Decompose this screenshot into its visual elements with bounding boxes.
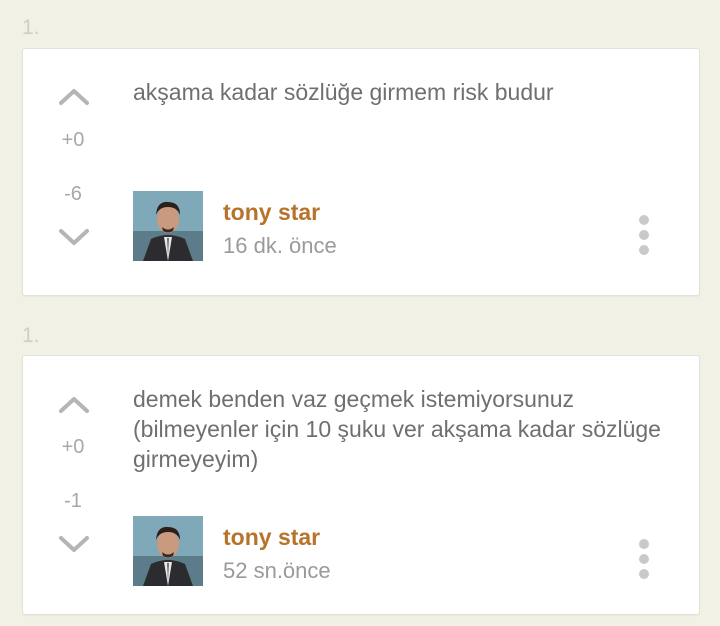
more-vertical-icon[interactable] bbox=[633, 539, 655, 579]
avatar[interactable] bbox=[133, 516, 203, 586]
entry-text: demek benden vaz geçmek istemiyorsunuz (… bbox=[133, 386, 661, 472]
upvote-count: +0 bbox=[61, 436, 85, 458]
avatar[interactable] bbox=[133, 191, 203, 261]
author-name[interactable]: tony star bbox=[223, 199, 320, 226]
upvote-chevron-up-icon[interactable] bbox=[57, 85, 91, 107]
upvote-count: +0 bbox=[61, 129, 85, 151]
downvote-chevron-down-icon[interactable] bbox=[57, 227, 91, 249]
entry-card: +0 -6 akşama kadar sözlüğe girmem risk b… bbox=[22, 48, 700, 296]
more-vertical-icon[interactable] bbox=[633, 215, 655, 255]
upvote-chevron-up-icon[interactable] bbox=[57, 393, 91, 415]
entry-number: 1. bbox=[22, 324, 40, 347]
entry-card: +0 -1 demek benden vaz geçmek istemiyors… bbox=[22, 355, 700, 615]
timestamp: 16 dk. önce bbox=[223, 233, 337, 258]
entry-number: 1. bbox=[22, 16, 40, 39]
downvote-chevron-down-icon[interactable] bbox=[57, 534, 91, 556]
downvote-count: -6 bbox=[64, 183, 82, 205]
entry-text: akşama kadar sözlüğe girmem risk budur bbox=[133, 79, 554, 105]
author-name[interactable]: tony star bbox=[223, 524, 320, 551]
downvote-count: -1 bbox=[64, 490, 82, 512]
timestamp: 52 sn.önce bbox=[223, 558, 331, 583]
